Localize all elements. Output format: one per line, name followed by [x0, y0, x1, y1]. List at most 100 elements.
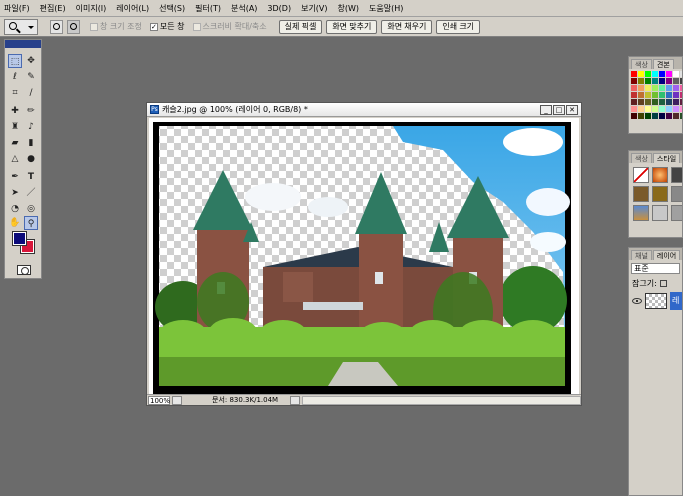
swatch[interactable] — [659, 92, 665, 98]
fill-screen-button[interactable]: 화면 채우기 — [381, 19, 433, 34]
swatch[interactable] — [652, 78, 658, 84]
style-dark[interactable] — [671, 167, 682, 183]
eyedropper-tool-icon[interactable]: ∕ — [24, 86, 38, 100]
menu-item[interactable]: 필터(T) — [195, 3, 221, 14]
swatch[interactable] — [638, 113, 644, 119]
lock-transparency-icon[interactable] — [659, 280, 667, 287]
swatch[interactable] — [666, 99, 672, 105]
zoom-tool-icon[interactable]: ⚲ — [24, 216, 38, 230]
swatch[interactable] — [673, 92, 679, 98]
swatch[interactable] — [652, 113, 658, 119]
swatch[interactable] — [638, 99, 644, 105]
swatch[interactable] — [645, 85, 651, 91]
swatch[interactable] — [638, 71, 644, 77]
type-tool-icon[interactable]: T — [24, 170, 38, 184]
toolbox-grip[interactable] — [5, 40, 41, 48]
swatch[interactable] — [673, 78, 679, 84]
swatch[interactable] — [673, 106, 679, 112]
style-silver[interactable] — [652, 205, 668, 221]
tab-color-2[interactable]: 색상 — [631, 153, 652, 163]
swatch[interactable] — [666, 71, 672, 77]
zoom-level-field[interactable]: 100% — [148, 395, 170, 405]
style-none[interactable] — [633, 167, 649, 183]
dodge-tool-icon[interactable]: ● — [24, 152, 38, 166]
menu-item[interactable]: 3D(D) — [267, 4, 291, 13]
swatch[interactable] — [631, 78, 637, 84]
pen-tool-icon[interactable]: ✒ — [8, 170, 22, 184]
swatch[interactable] — [631, 99, 637, 105]
shape-tool-icon[interactable]: ／ — [24, 186, 38, 200]
swatch[interactable] — [659, 71, 665, 77]
quick-mask-icon[interactable] — [17, 265, 31, 275]
hand-tool-icon[interactable]: ✋ — [8, 216, 22, 230]
close-button[interactable]: ✕ — [566, 105, 578, 115]
swatch-grid[interactable] — [629, 69, 682, 121]
style-grid[interactable] — [629, 163, 682, 225]
style-bronze[interactable] — [652, 186, 668, 202]
history-brush-tool-icon[interactable]: ♪ — [24, 120, 38, 134]
swatch[interactable] — [673, 99, 679, 105]
zoom-in-button[interactable] — [50, 19, 63, 34]
blur-tool-icon[interactable]: △ — [8, 152, 22, 166]
swatch[interactable] — [645, 99, 651, 105]
tool-preset-picker[interactable] — [4, 18, 38, 35]
style-steel[interactable] — [671, 205, 682, 221]
resize-windows-checkbox[interactable]: 창 크기 조정 — [90, 21, 142, 32]
horizontal-scrollbar[interactable] — [302, 395, 581, 405]
swatch[interactable] — [666, 113, 672, 119]
actual-pixels-button[interactable]: 실제 픽셀 — [278, 19, 323, 34]
move-tool-icon[interactable]: ✥ — [24, 54, 38, 68]
tab-styles[interactable]: 스타일 — [652, 153, 681, 163]
visibility-eye-icon[interactable] — [632, 298, 642, 304]
style-orange[interactable] — [652, 167, 668, 183]
layer-row[interactable]: 레 — [629, 290, 682, 312]
swatch[interactable] — [631, 85, 637, 91]
menu-item[interactable]: 창(W) — [338, 3, 360, 14]
swatch[interactable] — [652, 106, 658, 112]
scrubby-zoom-checkbox[interactable]: 스크러비 확대/축소 — [192, 21, 267, 32]
swatch[interactable] — [666, 106, 672, 112]
brush-tool-icon[interactable]: ✏ — [24, 104, 38, 118]
swatch[interactable] — [652, 99, 658, 105]
menu-item[interactable]: 도움말(H) — [369, 3, 403, 14]
zoom-out-button[interactable] — [67, 19, 80, 34]
swatch[interactable] — [659, 113, 665, 119]
swatch[interactable] — [659, 106, 665, 112]
swatch[interactable] — [666, 78, 672, 84]
swatch[interactable] — [638, 85, 644, 91]
swatch[interactable] — [631, 71, 637, 77]
swatch[interactable] — [659, 85, 665, 91]
eraser-tool-icon[interactable]: ▰ — [8, 136, 22, 150]
swatch[interactable] — [673, 113, 679, 119]
minimize-button[interactable]: _ — [540, 105, 552, 115]
style-gray[interactable] — [671, 186, 682, 202]
swatch[interactable] — [638, 78, 644, 84]
style-sky[interactable] — [633, 205, 649, 221]
canvas-area[interactable] — [149, 118, 579, 396]
print-size-button[interactable]: 인쇄 크기 — [436, 19, 481, 34]
swatch[interactable] — [645, 113, 651, 119]
swatch[interactable] — [645, 78, 651, 84]
menu-item[interactable]: 분석(A) — [231, 3, 257, 14]
swatch[interactable] — [652, 85, 658, 91]
swatch[interactable] — [631, 106, 637, 112]
gradient-tool-icon[interactable]: ▮ — [24, 136, 38, 150]
swatch[interactable] — [645, 92, 651, 98]
maximize-button[interactable]: □ — [553, 105, 565, 115]
menu-item[interactable]: 이미지(I) — [76, 3, 107, 14]
swatch[interactable] — [645, 106, 651, 112]
path-selection-tool-icon[interactable]: ➤ — [8, 186, 22, 200]
healing-brush-tool-icon[interactable]: ✚ — [8, 104, 22, 118]
swatch[interactable] — [673, 85, 679, 91]
tab-layers[interactable]: 레이어 — [652, 250, 681, 260]
all-windows-checkbox[interactable]: ✓ 모든 창 — [149, 21, 185, 32]
swatch[interactable] — [659, 99, 665, 105]
layer-name[interactable]: 레 — [670, 292, 682, 310]
swatch[interactable] — [645, 71, 651, 77]
status-menu-button[interactable] — [172, 395, 182, 405]
clone-stamp-tool-icon[interactable]: ♜ — [8, 120, 22, 134]
menu-item[interactable]: 편집(E) — [40, 3, 66, 14]
3d-rotate-tool-icon[interactable]: ◔ — [8, 202, 22, 216]
swatch[interactable] — [673, 71, 679, 77]
swatch[interactable] — [631, 92, 637, 98]
